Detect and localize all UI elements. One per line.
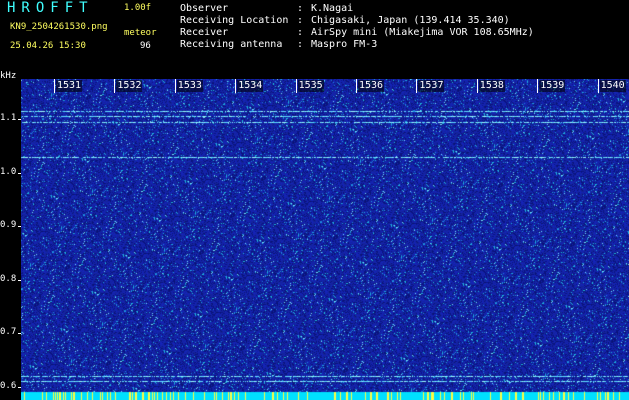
receiver-colon: : [297,27,304,38]
time-marker-tick [597,79,599,93]
time-marker-label: 1535 [297,80,324,92]
antenna-colon: : [297,39,304,50]
spectrogram [21,79,629,400]
observer-value: K.Nagai [311,3,354,14]
time-marker-tick [235,79,237,93]
time-marker-label: 1540 [599,80,626,92]
time-marker-tick [114,79,116,93]
receiver-value: AirSpy mini (Miakejima VOR 108.65MHz) [311,27,534,38]
app-title: HROFFT [7,0,94,16]
observation-datetime: 25.04.26 15:30 [10,41,86,51]
time-marker-label: 1532 [116,80,143,92]
time-marker-tick [295,79,297,93]
location-label: Receiving Location [180,15,289,26]
antenna-value: Maspro FM-3 [311,39,378,50]
time-marker-label: 1537 [418,80,445,92]
frequency-tick-label: 0.9 [0,220,17,231]
app-version: 1.00f [124,3,152,13]
location-value: Chigasaki, Japan (139.414 35.340) [311,15,510,26]
receiver-label: Receiver [180,27,229,38]
location-colon: : [297,15,304,26]
frequency-tick-label: 0.6 [0,380,17,391]
time-marker-tick [537,79,539,93]
observer-label: Observer [180,3,229,14]
observer-colon: : [297,3,304,14]
time-marker-label: 1536 [358,80,385,92]
time-marker-label: 1539 [539,80,566,92]
time-marker-label: 1534 [237,80,264,92]
file-name: KN9_2504261530.png [10,22,108,32]
header-panel: HROFFT 1.00f KN9_2504261530.png meteor 2… [0,0,629,79]
frequency-tick-label: 0.8 [0,273,17,284]
meteor-count: 96 [140,41,151,51]
time-marker-tick [174,79,176,93]
frequency-tick-label: 1.0 [0,166,17,177]
time-marker-label: 1531 [56,80,83,92]
frequency-tick-label: 0.7 [0,327,17,338]
antenna-label: Receiving antenna [180,39,283,50]
time-marker-label: 1538 [478,80,505,92]
frequency-axis: 1.1 1.0 0.9 0.8 0.7 0.6 [0,79,21,400]
frequency-tick-label: 1.1 [0,113,17,124]
time-marker-tick [476,79,478,93]
time-marker-tick [356,79,357,93]
time-marker-tick [54,79,55,93]
time-marker-tick [416,79,418,93]
time-marker-label: 1533 [176,80,203,92]
meteor-count-label: meteor [124,28,157,38]
